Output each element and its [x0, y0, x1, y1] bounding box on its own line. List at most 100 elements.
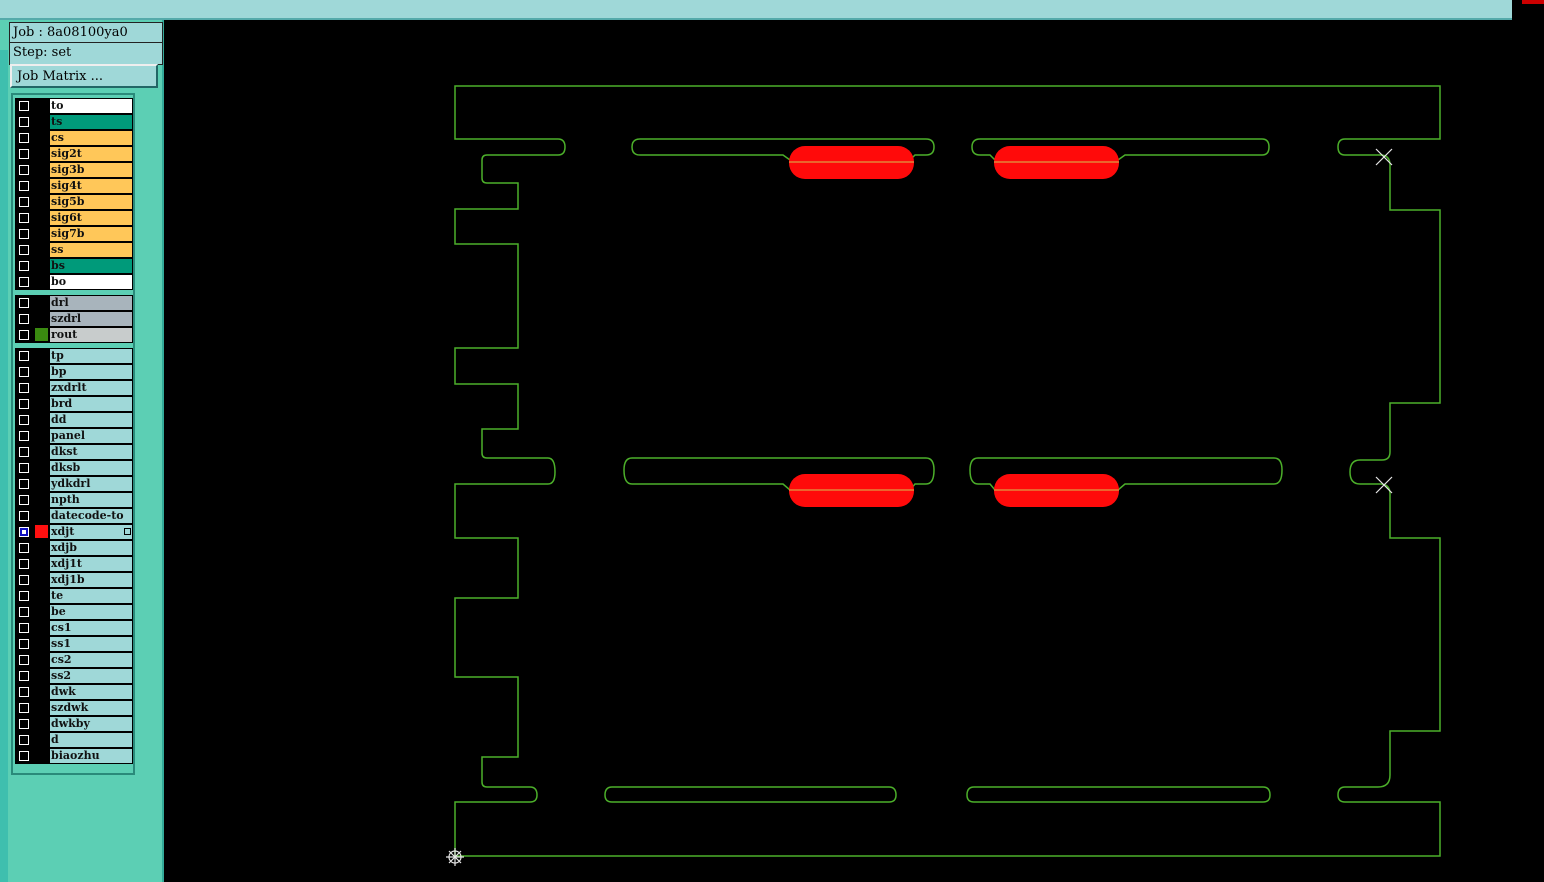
layer-checkbox[interactable]	[19, 367, 29, 377]
layer-name[interactable]: xdjb	[50, 541, 132, 555]
layer-name[interactable]: cs	[50, 131, 132, 145]
layer-name[interactable]: d	[50, 733, 132, 747]
layer-row-zxdrlt[interactable]: zxdrlt	[15, 380, 133, 396]
layer-name[interactable]: biaozhu	[50, 749, 132, 763]
layer-row-te[interactable]: te	[15, 588, 133, 604]
layer-name[interactable]: dkst	[50, 445, 132, 459]
layer-checkbox[interactable]	[19, 607, 29, 617]
layer-name[interactable]: dwkby	[50, 717, 132, 731]
layer-row-bp[interactable]: bp	[15, 364, 133, 380]
layer-name[interactable]: xdj1b	[50, 573, 132, 587]
layer-name[interactable]: sig7b	[50, 227, 132, 241]
layer-color-swatch[interactable]	[35, 525, 48, 538]
layer-row-d[interactable]: d	[15, 732, 133, 748]
layer-checkbox[interactable]	[19, 165, 29, 175]
layer-name[interactable]: ss	[50, 243, 132, 257]
graphics-canvas[interactable]	[164, 20, 1544, 882]
layer-row-panel[interactable]: panel	[15, 428, 133, 444]
layer-checkbox[interactable]	[19, 575, 29, 585]
layer-name[interactable]: sig4t	[50, 179, 132, 193]
layer-name[interactable]: drl	[50, 296, 132, 310]
layer-row-szdrl[interactable]: szdrl	[15, 311, 133, 327]
layer-name[interactable]: cs1	[50, 621, 132, 635]
layer-name[interactable]: datecode-to	[50, 509, 132, 523]
layer-row-ss1[interactable]: ss1	[15, 636, 133, 652]
step-label[interactable]: Step: set	[10, 43, 162, 62]
layer-checkbox[interactable]	[19, 261, 29, 271]
layer-checkbox[interactable]	[19, 463, 29, 473]
layer-name[interactable]: npth	[50, 493, 132, 507]
layer-row-drl[interactable]: drl	[15, 295, 133, 311]
layer-name[interactable]: to	[50, 99, 132, 113]
layer-name[interactable]: bo	[50, 275, 132, 289]
layer-checkbox[interactable]	[19, 383, 29, 393]
layer-row-ts[interactable]: ts	[15, 114, 133, 130]
layer-checkbox[interactable]	[19, 197, 29, 207]
layer-row-dwk[interactable]: dwk	[15, 684, 133, 700]
layer-row-datecode-to[interactable]: datecode-to	[15, 508, 133, 524]
layer-row-tp[interactable]: tp	[15, 348, 133, 364]
layer-checkbox[interactable]	[19, 133, 29, 143]
layer-name[interactable]: ss1	[50, 637, 132, 651]
layer-checkbox[interactable]	[19, 559, 29, 569]
layer-checkbox[interactable]	[19, 149, 29, 159]
layer-row-xdj1t[interactable]: xdj1t	[15, 556, 133, 572]
layer-checkbox[interactable]	[19, 543, 29, 553]
layer-row-cs[interactable]: cs	[15, 130, 133, 146]
layer-checkbox[interactable]	[19, 751, 29, 761]
layer-checkbox[interactable]	[19, 495, 29, 505]
layer-name[interactable]: ydkdrl	[50, 477, 132, 491]
layer-name[interactable]: sig2t	[50, 147, 132, 161]
layer-row-dwkby[interactable]: dwkby	[15, 716, 133, 732]
layer-checkbox[interactable]	[19, 511, 29, 521]
layer-checkbox[interactable]	[19, 623, 29, 633]
layer-row-sig2t[interactable]: sig2t	[15, 146, 133, 162]
layer-checkbox[interactable]	[19, 229, 29, 239]
layer-row-cs2[interactable]: cs2	[15, 652, 133, 668]
layer-row-szdwk[interactable]: szdwk	[15, 700, 133, 716]
layer-name[interactable]: szdrl	[50, 312, 132, 326]
layer-name[interactable]: te	[50, 589, 132, 603]
layer-name[interactable]: bp	[50, 365, 132, 379]
layer-name[interactable]: ts	[50, 115, 132, 129]
layer-row-sig3b[interactable]: sig3b	[15, 162, 133, 178]
layer-checkbox[interactable]	[19, 213, 29, 223]
layer-row-npth[interactable]: npth	[15, 492, 133, 508]
layer-checkbox[interactable]	[19, 639, 29, 649]
job-matrix-button[interactable]: Job Matrix ...	[10, 64, 158, 88]
layer-row-ydkdrl[interactable]: ydkdrl	[15, 476, 133, 492]
layer-name[interactable]: sig6t	[50, 211, 132, 225]
layer-checkbox[interactable]	[19, 591, 29, 601]
layer-row-be[interactable]: be	[15, 604, 133, 620]
layer-row-rout[interactable]: rout	[15, 327, 133, 343]
layer-row-dksb[interactable]: dksb	[15, 460, 133, 476]
layer-name[interactable]: bs	[50, 259, 132, 273]
layer-checkbox[interactable]	[19, 671, 29, 681]
layer-row-xdjb[interactable]: xdjb	[15, 540, 133, 556]
layer-row-xdj1b[interactable]: xdj1b	[15, 572, 133, 588]
layer-checkbox[interactable]	[19, 415, 29, 425]
layer-checkbox[interactable]	[19, 277, 29, 287]
layer-name[interactable]: panel	[50, 429, 132, 443]
layer-name[interactable]: tp	[50, 349, 132, 363]
layer-name[interactable]: cs2	[50, 653, 132, 667]
layer-name[interactable]: be	[50, 605, 132, 619]
layer-checkbox[interactable]	[19, 101, 29, 111]
layer-checkbox[interactable]	[19, 431, 29, 441]
layer-checkbox[interactable]	[19, 181, 29, 191]
layer-checkbox[interactable]	[19, 655, 29, 665]
layer-name[interactable]: szdwk	[50, 701, 132, 715]
layer-checkbox[interactable]	[19, 399, 29, 409]
layer-name[interactable]: dksb	[50, 461, 132, 475]
layer-row-sig6t[interactable]: sig6t	[15, 210, 133, 226]
layer-checkbox[interactable]	[19, 447, 29, 457]
layer-name[interactable]: zxdrlt	[50, 381, 132, 395]
layer-checkbox[interactable]	[19, 117, 29, 127]
layer-row-dd[interactable]: dd	[15, 412, 133, 428]
layer-row-ss[interactable]: ss	[15, 242, 133, 258]
layer-checkbox[interactable]	[19, 314, 29, 324]
layer-row-xdjt[interactable]: xdjt	[15, 524, 133, 540]
layer-row-bo[interactable]: bo	[15, 274, 133, 290]
layer-row-to[interactable]: to	[15, 98, 133, 114]
layer-row-cs1[interactable]: cs1	[15, 620, 133, 636]
